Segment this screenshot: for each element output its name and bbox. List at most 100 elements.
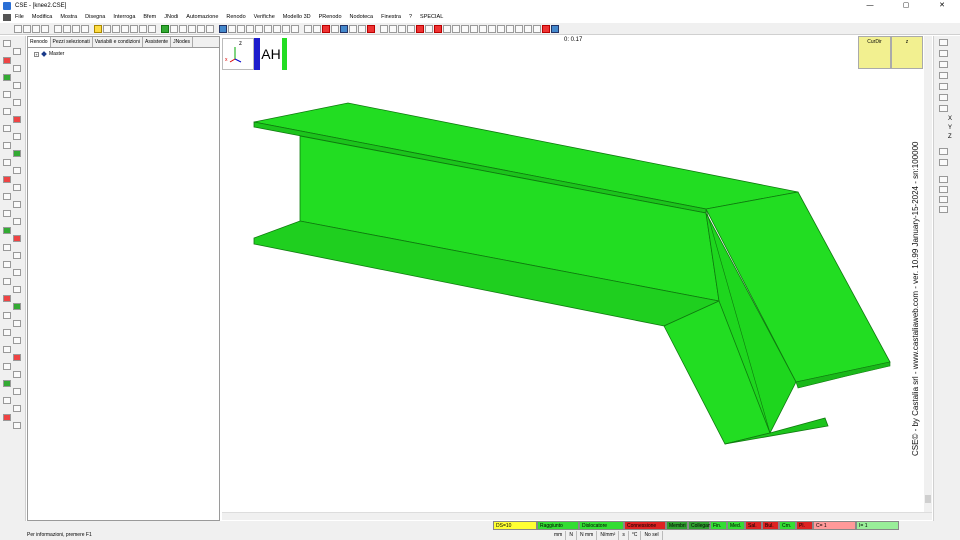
left-tool-icon[interactable]	[13, 269, 21, 276]
toolbar-button-icon[interactable]	[81, 24, 89, 33]
vertical-scrollbar[interactable]	[924, 36, 932, 512]
toolbar-button-icon[interactable]	[63, 24, 71, 33]
toolbar-button-icon[interactable]	[121, 24, 129, 33]
right-tool-icon[interactable]	[939, 196, 948, 203]
axis-z-button[interactable]: Z	[948, 134, 952, 140]
toolbar-button-icon[interactable]	[264, 24, 272, 33]
left-tool-icon[interactable]	[3, 74, 11, 81]
left-tool-icon[interactable]	[13, 218, 21, 225]
left-tool-icon[interactable]	[3, 278, 11, 285]
scroll-thumb[interactable]	[925, 495, 931, 503]
right-tool-icon[interactable]	[939, 186, 948, 193]
left-tool-icon[interactable]	[13, 167, 21, 174]
toolbar-button-icon[interactable]	[551, 24, 559, 33]
menu-renodo[interactable]: Renodo	[226, 14, 245, 20]
left-tool-icon[interactable]	[13, 201, 21, 208]
tab-jnodes[interactable]: JNodes	[171, 37, 194, 47]
toolbar-button-icon[interactable]	[389, 24, 397, 33]
left-tool-icon[interactable]	[3, 227, 11, 234]
toolbar-button-icon[interactable]	[282, 24, 290, 33]
tree-item-master[interactable]: + Master	[28, 48, 219, 57]
tab-assistente[interactable]: Assistente	[143, 37, 172, 47]
toolbar-button-icon[interactable]	[349, 24, 357, 33]
tab-pezzi-selezionati[interactable]: Pezzi selezionati	[51, 37, 93, 47]
toolbar-button-icon[interactable]	[313, 24, 321, 33]
toolbar-button-icon[interactable]	[228, 24, 236, 33]
toolbar-button-icon[interactable]	[237, 24, 245, 33]
toolbar-button-icon[interactable]	[139, 24, 147, 33]
toolbar-button-icon[interactable]	[367, 24, 375, 33]
restore-button[interactable]: ▢	[888, 0, 924, 12]
right-tool-icon[interactable]	[939, 94, 948, 101]
left-tool-icon[interactable]	[3, 295, 11, 302]
left-tool-icon[interactable]	[13, 99, 21, 106]
toolbar-button-icon[interactable]	[148, 24, 156, 33]
left-tool-icon[interactable]	[3, 397, 11, 404]
toolbar-button-icon[interactable]	[331, 24, 339, 33]
toolbar-button-icon[interactable]	[380, 24, 388, 33]
toolbar-button-icon[interactable]	[479, 24, 487, 33]
toolbar-button-icon[interactable]	[112, 24, 120, 33]
left-tool-icon[interactable]	[3, 329, 11, 336]
menu-finestra[interactable]: Finestra	[381, 14, 401, 20]
toolbar-button-icon[interactable]	[255, 24, 263, 33]
toolbar-button-icon[interactable]	[524, 24, 532, 33]
right-tool-icon[interactable]	[939, 72, 948, 79]
left-tool-icon[interactable]	[3, 210, 11, 217]
menu-jnodi[interactable]: JNodi	[164, 14, 178, 20]
menu-interroga[interactable]: Interroga	[113, 14, 135, 20]
left-tool-icon[interactable]	[3, 91, 11, 98]
left-tool-icon[interactable]	[13, 337, 21, 344]
left-tool-icon[interactable]	[13, 371, 21, 378]
right-tool-icon[interactable]	[939, 83, 948, 90]
right-tool-icon[interactable]	[939, 148, 948, 155]
toolbar-button-icon[interactable]	[425, 24, 433, 33]
menu-mostra[interactable]: Mostra	[60, 14, 77, 20]
toolbar-button-icon[interactable]	[188, 24, 196, 33]
menu-bfem[interactable]: Bfem	[143, 14, 156, 20]
menu-automazione[interactable]: Automazione	[186, 14, 218, 20]
toolbar-button-icon[interactable]	[452, 24, 460, 33]
left-tool-icon[interactable]	[13, 235, 21, 242]
left-tool-icon[interactable]	[3, 414, 11, 421]
toolbar-button-icon[interactable]	[515, 24, 523, 33]
tab-renodo[interactable]: Renodo	[28, 37, 51, 47]
left-tool-icon[interactable]	[3, 159, 11, 166]
left-tool-icon[interactable]	[13, 354, 21, 361]
right-tool-icon[interactable]	[939, 50, 948, 57]
left-tool-icon[interactable]	[13, 116, 21, 123]
toolbar-button-icon[interactable]	[219, 24, 227, 33]
axis-x-button[interactable]: X	[948, 116, 952, 122]
toolbar-button-icon[interactable]	[32, 24, 40, 33]
toolbar-button-icon[interactable]	[170, 24, 178, 33]
menu-file[interactable]: File	[15, 14, 24, 20]
toolbar-button-icon[interactable]	[434, 24, 442, 33]
left-tool-icon[interactable]	[3, 125, 11, 132]
left-tool-icon[interactable]	[13, 133, 21, 140]
menu-modifica[interactable]: Modifica	[32, 14, 52, 20]
left-tool-icon[interactable]	[13, 48, 21, 55]
toolbar-button-icon[interactable]	[443, 24, 451, 33]
close-button[interactable]: ✕	[924, 0, 960, 12]
toolbar-button-icon[interactable]	[103, 24, 111, 33]
horizontal-scrollbar[interactable]	[222, 512, 932, 520]
menu-modello-3d[interactable]: Modello 3D	[283, 14, 311, 20]
toolbar-button-icon[interactable]	[322, 24, 330, 33]
toolbar-button-icon[interactable]	[161, 24, 169, 33]
right-tool-icon[interactable]	[939, 39, 948, 46]
toolbar-button-icon[interactable]	[41, 24, 49, 33]
menu-nodoteca[interactable]: Nodoteca	[350, 14, 374, 20]
left-tool-icon[interactable]	[13, 320, 21, 327]
toolbar-button-icon[interactable]	[416, 24, 424, 33]
right-tool-icon[interactable]	[939, 105, 948, 112]
menu-help[interactable]: ?	[409, 14, 412, 20]
toolbar-button-icon[interactable]	[304, 24, 312, 33]
menu-disegna[interactable]: Disegna	[85, 14, 105, 20]
left-tool-icon[interactable]	[3, 363, 11, 370]
right-tool-icon[interactable]	[939, 159, 948, 166]
toolbar-button-icon[interactable]	[488, 24, 496, 33]
toolbar-button-icon[interactable]	[533, 24, 541, 33]
tab-variabili-condizioni[interactable]: Variabili e condizioni	[93, 37, 143, 47]
left-tool-icon[interactable]	[3, 193, 11, 200]
left-tool-icon[interactable]	[3, 312, 11, 319]
